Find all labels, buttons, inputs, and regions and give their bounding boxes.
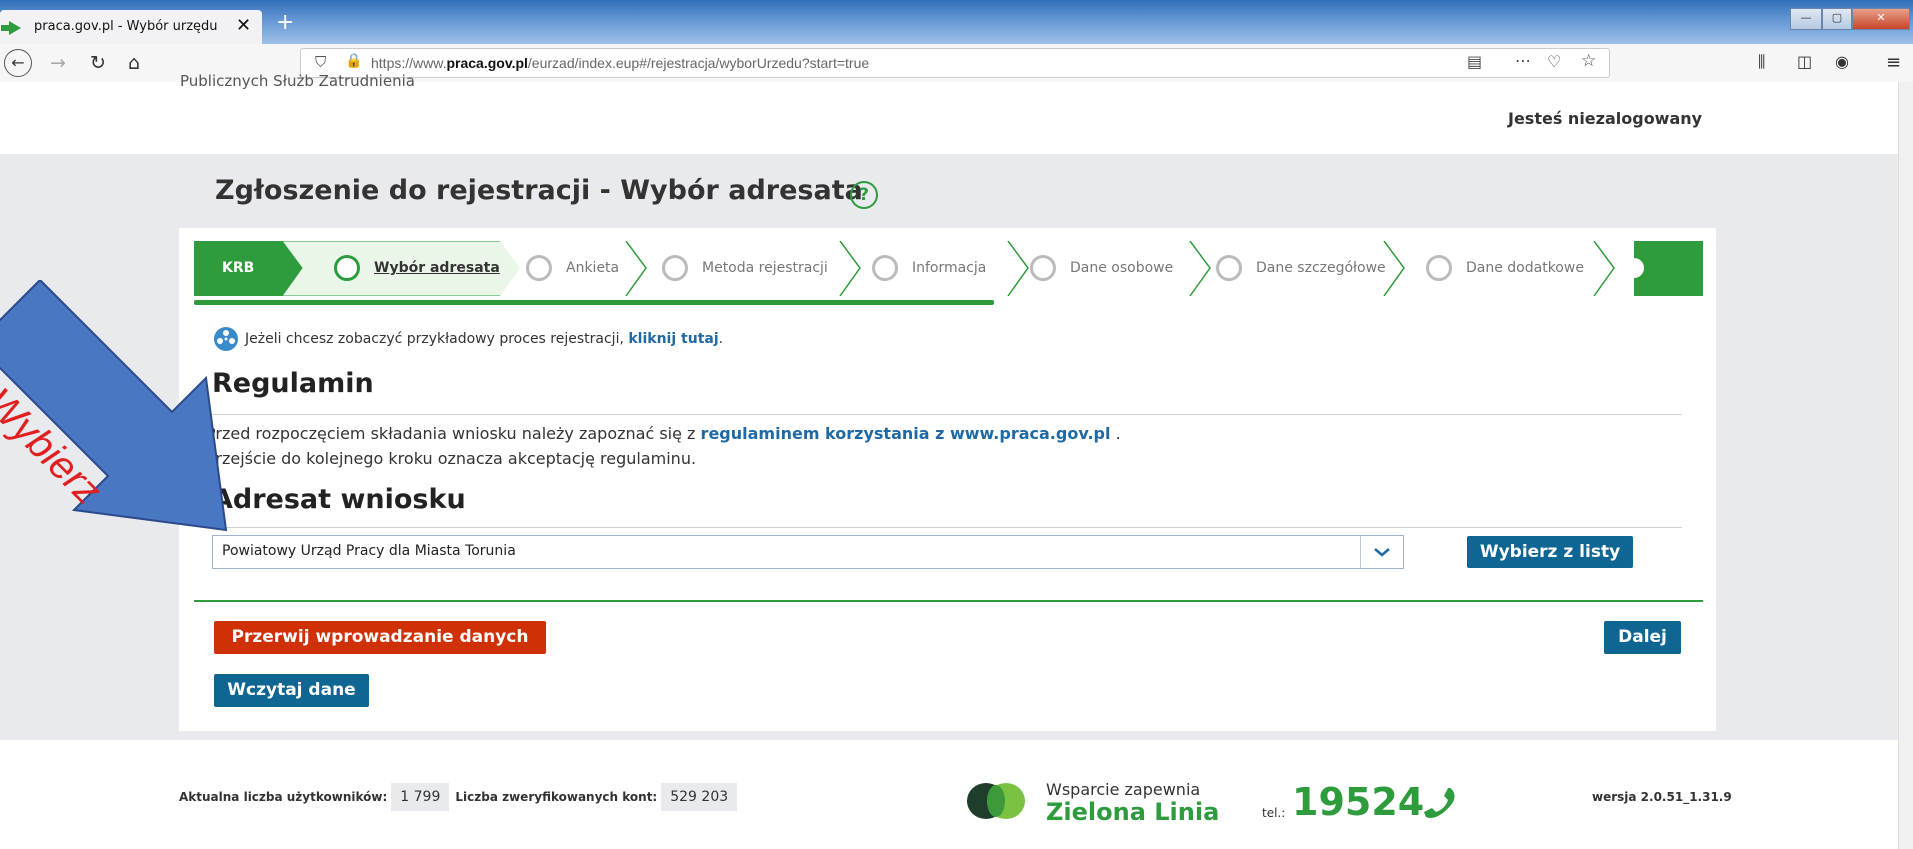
chevron-down-icon[interactable] xyxy=(1360,536,1403,568)
step-progress-bar xyxy=(194,300,994,305)
step-circle-icon xyxy=(1030,255,1056,281)
bookmark-star-icon[interactable]: ☆ xyxy=(1581,51,1596,71)
users-value: 1 799 xyxy=(391,783,450,811)
step-dane-szczegolowe[interactable]: Dane szczegółowe xyxy=(1216,241,1386,296)
footer-stats: Aktualna liczba użytkowników: 1 799 Liczba… xyxy=(179,783,743,811)
pocket-icon[interactable]: ♡ xyxy=(1547,52,1561,71)
window-close-button[interactable]: ✕ xyxy=(1852,8,1910,30)
lock-icon: 🔒 xyxy=(345,53,363,69)
page-title: Zgłoszenie do rejestracji - Wybór adresa… xyxy=(215,175,863,206)
phone-icon xyxy=(1424,788,1455,818)
load-data-button[interactable]: Wczytaj dane xyxy=(214,674,369,707)
zielona-linia-logo xyxy=(967,783,1025,819)
adresat-select[interactable]: Powiatowy Urząd Pracy dla Miasta Torunia xyxy=(212,535,1404,569)
step-informacja[interactable]: Informacja xyxy=(872,241,986,296)
page-scrollbar[interactable] xyxy=(1898,82,1913,849)
tab-title: praca.gov.pl - Wybór urzędu xyxy=(34,19,218,34)
example-link[interactable]: kliknij tutaj xyxy=(628,331,718,347)
arrow-favicon-icon xyxy=(1,21,21,35)
form-divider xyxy=(194,600,1703,602)
support-line1: Wsparcie zapewnia xyxy=(1046,780,1201,799)
more-actions-icon[interactable]: ⋯ xyxy=(1515,51,1531,70)
header-cut-text: Publicznych Służb Zatrudnienia xyxy=(180,72,415,90)
step-circle-icon xyxy=(526,255,552,281)
next-button[interactable]: Dalej xyxy=(1604,621,1681,654)
verified-value: 529 203 xyxy=(661,783,738,811)
step-dane-dodatkowe[interactable]: Dane dodatkowe xyxy=(1426,241,1584,296)
step-circle-icon xyxy=(1216,255,1242,281)
chevron-svg xyxy=(1374,548,1390,557)
reload-icon[interactable]: ↻ xyxy=(90,52,106,74)
verified-label: Liczba zweryfikowanych kont: xyxy=(455,790,658,804)
window-minimize-button[interactable]: — xyxy=(1790,8,1822,30)
info-end: . xyxy=(718,331,724,347)
regulamin-link[interactable]: regulaminem korzystania z www.praca.gov.… xyxy=(701,424,1111,443)
abort-button[interactable]: Przerwij wprowadzanie danych xyxy=(214,621,546,654)
tel-label: tel.: xyxy=(1262,806,1286,820)
reader-view-icon[interactable]: ▤ xyxy=(1467,52,1482,71)
shield-icon: ⛉ xyxy=(315,53,327,71)
window-maximize-button[interactable]: ▢ xyxy=(1822,8,1852,30)
home-icon[interactable]: ⌂ xyxy=(128,52,140,74)
annotation-arrow: Wybierz xyxy=(0,278,290,550)
tel-number[interactable]: 19524 xyxy=(1292,780,1424,824)
page-footer: Aktualna liczba użytkowników: 1 799 Liczba… xyxy=(0,740,1898,849)
account-icon[interactable]: ◉ xyxy=(1835,52,1849,71)
browser-tab[interactable]: praca.gov.pl - Wybór urzędu ✕ xyxy=(0,10,262,44)
step-circle-icon xyxy=(662,255,688,281)
new-tab-button[interactable]: + xyxy=(276,10,294,35)
registration-stepper: KRB Wybór adresata Ankieta Metoda rejest… xyxy=(194,241,1703,296)
help-icon[interactable]: ? xyxy=(850,181,878,209)
step-circle-icon xyxy=(334,255,360,281)
regulamin-end: . xyxy=(1115,424,1121,443)
version-text: wersja 2.0.51_1.31.9 xyxy=(1592,790,1732,804)
address-bar[interactable]: ⛉ 🔒 https://www.praca.gov.pl/eurzad/inde… xyxy=(300,48,1610,78)
info-text: Jeżeli chcesz zobaczyć przykładowy proce… xyxy=(245,331,624,347)
site-header: Publicznych Służb Zatrudnienia Jesteś ni… xyxy=(0,72,1898,154)
step-dane-osobowe[interactable]: Dane osobowe xyxy=(1030,241,1173,296)
url-text: https://www.praca.gov.pl/eurzad/index.eu… xyxy=(371,55,870,71)
library-icon[interactable]: ⫼ xyxy=(1758,52,1765,72)
back-icon[interactable]: ← xyxy=(4,49,32,77)
step-metoda-rejestracji[interactable]: Metoda rejestracji xyxy=(662,241,828,296)
adresat-rule xyxy=(212,527,1682,528)
tab-close-icon[interactable]: ✕ xyxy=(236,15,251,36)
step-ankieta[interactable]: Ankieta xyxy=(526,241,619,296)
login-status[interactable]: Jesteś niezalogowany xyxy=(1508,109,1702,128)
info-line: Jeżeli chcesz zobaczyć przykładowy proce… xyxy=(245,331,723,347)
step-wybor-adresata[interactable]: Wybór adresata xyxy=(334,241,500,296)
choose-from-list-button[interactable]: Wybierz z listy xyxy=(1467,536,1633,568)
step-circle-icon xyxy=(1426,255,1452,281)
users-label: Aktualna liczba użytkowników: xyxy=(179,790,388,804)
step-circle-icon xyxy=(872,255,898,281)
menu-icon[interactable]: ≡ xyxy=(1886,52,1901,73)
forward-icon[interactable]: → xyxy=(50,52,66,74)
regulamin-rule xyxy=(212,414,1682,415)
support-line2: Zielona Linia xyxy=(1046,798,1220,826)
regulamin-line1: Przed rozpoczęciem składania wniosku nal… xyxy=(206,424,1121,443)
step-end-circle xyxy=(1624,258,1644,278)
sidebar-icon[interactable]: ◫ xyxy=(1797,52,1812,71)
step-end-shape xyxy=(1634,241,1703,296)
